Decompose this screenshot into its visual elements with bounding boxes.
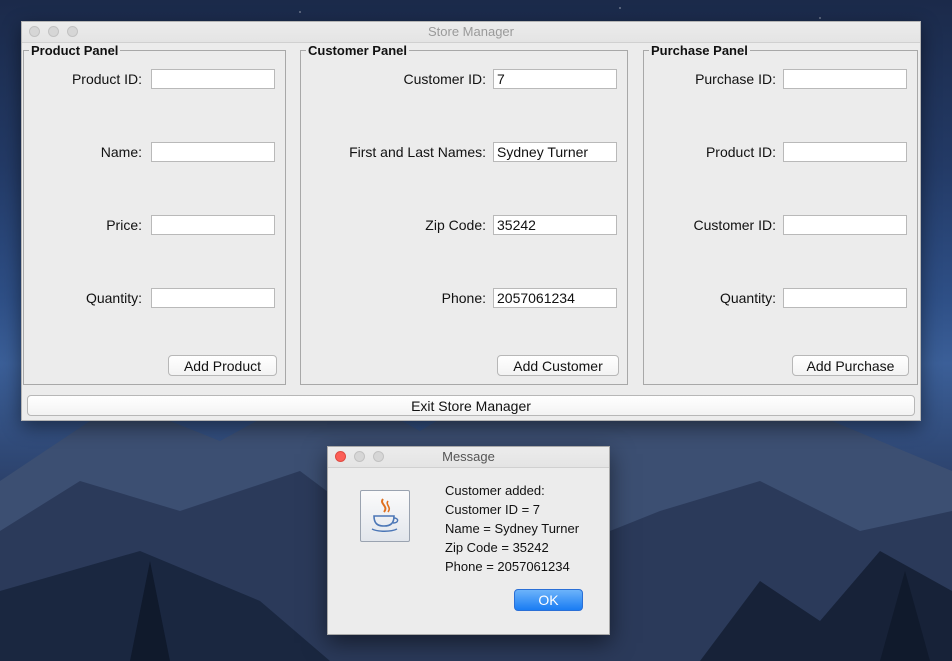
product-quantity-row: Quantity: xyxy=(24,288,285,310)
customer-name-input[interactable] xyxy=(493,142,617,162)
product-panel-title: Product Panel xyxy=(29,43,121,58)
customer-name-label: First and Last Names: xyxy=(349,144,486,160)
purchase-panel: Purchase Panel Purchase ID: Product ID: … xyxy=(643,43,918,385)
add-customer-button[interactable]: Add Customer xyxy=(497,355,619,376)
purchase-product-id-row: Product ID: xyxy=(644,142,917,164)
window-titlebar[interactable]: Store Manager xyxy=(22,22,920,43)
dialog-titlebar[interactable]: Message xyxy=(328,447,609,468)
purchase-id-label: Purchase ID: xyxy=(695,71,776,87)
product-price-label: Price: xyxy=(106,217,142,233)
window-controls xyxy=(29,26,78,37)
java-cup-icon xyxy=(360,490,410,542)
window-title: Store Manager xyxy=(428,24,514,39)
purchase-customer-id-input[interactable] xyxy=(783,215,907,235)
customer-id-input[interactable] xyxy=(493,69,617,89)
product-name-label: Name: xyxy=(100,144,142,160)
message-line: Customer added: xyxy=(445,483,545,498)
purchase-id-row: Purchase ID: xyxy=(644,69,917,91)
customer-zip-label: Zip Code: xyxy=(425,217,486,233)
dialog-close-button[interactable] xyxy=(335,451,346,462)
customer-panel-title: Customer Panel xyxy=(306,43,409,58)
customer-phone-label: Phone: xyxy=(441,290,486,306)
message-line: Customer ID = 7 xyxy=(445,502,541,517)
dialog-zoom-button xyxy=(373,451,384,462)
customer-id-row: Customer ID: xyxy=(301,69,627,91)
customer-phone-input[interactable] xyxy=(493,288,617,308)
product-panel: Product Panel Product ID: Name: Price: Q… xyxy=(23,43,286,385)
message-dialog: Message Customer added: Customer ID = 7 … xyxy=(327,446,610,635)
product-id-input[interactable] xyxy=(151,69,275,89)
product-price-row: Price: xyxy=(24,215,285,237)
product-quantity-input[interactable] xyxy=(151,288,275,308)
product-name-row: Name: xyxy=(24,142,285,164)
close-button[interactable] xyxy=(29,26,40,37)
add-product-button[interactable]: Add Product xyxy=(168,355,277,376)
purchase-quantity-row: Quantity: xyxy=(644,288,917,310)
customer-name-row: First and Last Names: xyxy=(301,142,627,164)
product-id-row: Product ID: xyxy=(24,69,285,91)
add-purchase-button[interactable]: Add Purchase xyxy=(792,355,909,376)
product-id-label: Product ID: xyxy=(71,71,142,87)
minimize-button[interactable] xyxy=(48,26,59,37)
message-line: Zip Code = 35242 xyxy=(445,540,549,555)
purchase-customer-id-row: Customer ID: xyxy=(644,215,917,237)
message-line: Phone = 2057061234 xyxy=(445,559,570,574)
purchase-product-id-input[interactable] xyxy=(783,142,907,162)
customer-zip-input[interactable] xyxy=(493,215,617,235)
product-price-input[interactable] xyxy=(151,215,275,235)
customer-phone-row: Phone: xyxy=(301,288,627,310)
product-name-input[interactable] xyxy=(151,142,275,162)
dialog-minimize-button xyxy=(354,451,365,462)
purchase-quantity-label: Quantity: xyxy=(719,290,776,306)
purchase-panel-title: Purchase Panel xyxy=(649,43,750,58)
message-line: Name = Sydney Turner xyxy=(445,521,580,536)
purchase-customer-id-label: Customer ID: xyxy=(693,217,776,233)
product-quantity-label: Quantity: xyxy=(85,290,142,306)
dialog-window-controls xyxy=(335,451,384,462)
customer-id-label: Customer ID: xyxy=(403,71,486,87)
zoom-button[interactable] xyxy=(67,26,78,37)
ok-button[interactable]: OK xyxy=(514,589,583,611)
purchase-quantity-input[interactable] xyxy=(783,288,907,308)
purchase-product-id-label: Product ID: xyxy=(705,144,776,160)
dialog-title: Message xyxy=(442,449,495,464)
purchase-id-input[interactable] xyxy=(783,69,907,89)
customer-panel: Customer Panel Customer ID: First and La… xyxy=(300,43,628,385)
exit-store-manager-button[interactable]: Exit Store Manager xyxy=(27,395,915,416)
dialog-message: Customer added: Customer ID = 7 Name = S… xyxy=(445,481,579,576)
customer-zip-row: Zip Code: xyxy=(301,215,627,237)
store-manager-window: Store Manager Product Panel Product ID: … xyxy=(21,21,921,421)
